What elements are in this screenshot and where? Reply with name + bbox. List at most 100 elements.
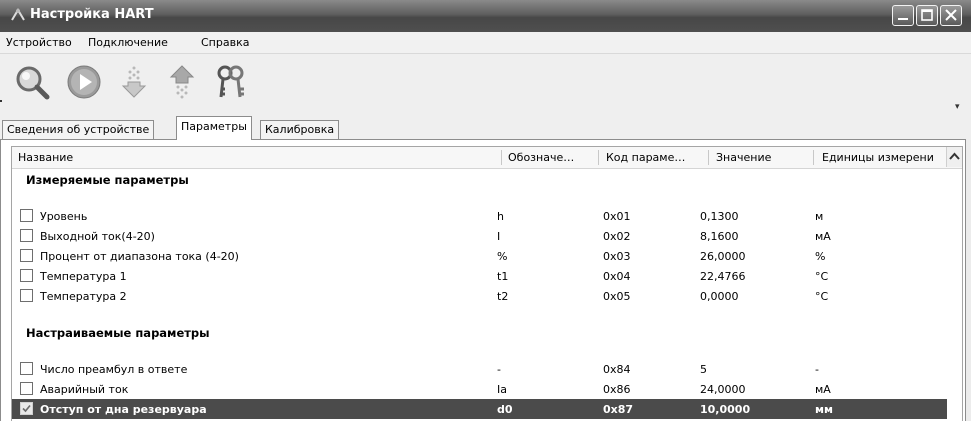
row-checkbox[interactable] — [20, 229, 33, 242]
menu-device[interactable]: Устройство — [6, 36, 72, 49]
cell-unit: мм — [815, 403, 833, 416]
cell-unit: м — [815, 210, 824, 223]
cell-value: 10,0000 — [700, 403, 751, 416]
table-row[interactable]: Уровень h 0x01 0,1300 м — [12, 206, 947, 226]
title-bar[interactable]: Настройка HART — [0, 0, 971, 32]
maximize-icon — [921, 9, 933, 21]
cell-unit: % — [815, 250, 826, 263]
row-checkbox[interactable] — [20, 249, 33, 262]
play-icon[interactable] — [66, 64, 102, 100]
row-checkbox[interactable] — [20, 209, 33, 222]
cell-symbol: t2 — [497, 290, 509, 303]
checkmark-icon — [22, 404, 31, 413]
menu-bar: Устройство Подключение Справка — [0, 32, 971, 54]
cell-code: 0x01 — [603, 210, 631, 223]
minimize-icon — [898, 18, 908, 20]
toolbar: ▾ — [0, 54, 971, 116]
cell-unit: - — [815, 363, 819, 376]
parameters-table: Название Обозначе… Код параме… Значение … — [11, 146, 963, 421]
cell-name: Число преамбул в ответе — [40, 363, 188, 376]
column-header-code[interactable]: Код параме… — [606, 151, 706, 164]
table-row-selected[interactable]: Отступ от дна резервуара d0 0x87 10,0000… — [12, 399, 947, 419]
column-divider[interactable] — [708, 150, 709, 165]
chevron-up-icon — [949, 152, 960, 160]
cell-symbol: d0 — [497, 403, 513, 416]
cell-value: 26,0000 — [700, 250, 746, 263]
column-header-symbol[interactable]: Обозначе… — [508, 151, 596, 164]
table-header: Название Обозначе… Код параме… Значение … — [12, 147, 962, 169]
cell-symbol: I — [497, 230, 501, 243]
tab-parameters[interactable]: Параметры — [176, 116, 252, 140]
row-checkbox[interactable] — [20, 362, 33, 375]
cell-value: 22,4766 — [700, 270, 746, 283]
group-header: Настраиваемые параметры — [12, 323, 947, 343]
cell-code: 0x84 — [603, 363, 631, 376]
table-row[interactable]: Аварийный ток Ia 0x86 24,0000 мА — [12, 379, 947, 399]
cell-name: Процент от диапазона тока (4-20) — [40, 250, 239, 263]
tab-calibration[interactable]: Калибровка — [260, 120, 340, 139]
cell-unit: °C — [815, 290, 829, 303]
cell-name: Уровень — [40, 210, 88, 223]
tab-device-info[interactable]: Сведения об устройстве — [2, 120, 155, 139]
download-arrow-icon[interactable] — [116, 64, 152, 100]
close-icon — [945, 9, 957, 21]
close-button[interactable] — [940, 5, 962, 26]
column-divider[interactable] — [813, 150, 814, 165]
cell-unit: мА — [815, 230, 831, 243]
tab-strip: Сведения об устройстве Параметры Калибро… — [0, 116, 971, 140]
table-row[interactable]: Выходной ток(4-20) I 0x02 8,1600 мА — [12, 226, 947, 246]
edge-mark — [0, 100, 2, 102]
cell-name: Отступ от дна резервуара — [40, 403, 207, 416]
column-header-name[interactable]: Название — [18, 151, 73, 164]
cell-code: 0x02 — [603, 230, 631, 243]
column-header-units[interactable]: Единицы измерени — [822, 151, 946, 164]
cell-value: 0,0000 — [700, 290, 739, 303]
search-icon[interactable] — [14, 64, 50, 100]
cell-symbol: h — [497, 210, 504, 223]
column-header-value[interactable]: Значение — [716, 151, 771, 164]
scroll-up-button[interactable] — [946, 147, 962, 167]
menu-connection[interactable]: Подключение — [88, 36, 168, 49]
group-header: Измеряемые параметры — [12, 170, 947, 190]
cell-name: Температура 1 — [40, 270, 127, 283]
cell-symbol: % — [497, 250, 508, 263]
maximize-button[interactable] — [916, 5, 938, 26]
menu-help[interactable]: Справка — [201, 36, 249, 49]
table-row[interactable]: Температура 2 t2 0x05 0,0000 °C — [12, 286, 947, 306]
table-row[interactable]: Число преамбул в ответе - 0x84 5 - — [12, 359, 947, 379]
group-label: Настраиваемые параметры — [26, 326, 210, 340]
column-divider[interactable] — [598, 150, 599, 165]
cell-symbol: Ia — [497, 383, 507, 396]
cell-code: 0x87 — [603, 403, 634, 416]
cell-unit: мА — [815, 383, 831, 396]
upload-arrow-icon[interactable] — [164, 64, 200, 100]
toolbar-overflow-button[interactable]: ▾ — [955, 102, 960, 112]
cell-unit: °C — [815, 270, 829, 283]
row-checkbox[interactable] — [20, 382, 33, 395]
row-checkbox[interactable] — [20, 289, 33, 302]
window-title: Настройка HART — [30, 7, 154, 22]
cell-value: 24,0000 — [700, 383, 746, 396]
cell-symbol: - — [497, 363, 501, 376]
cell-name: Выходной ток(4-20) — [40, 230, 155, 243]
cell-code: 0x86 — [603, 383, 631, 396]
hart-settings-window: Настройка HART Устройство Подключение Сп… — [0, 0, 971, 421]
column-divider[interactable] — [501, 150, 502, 165]
table-row[interactable]: Температура 1 t1 0x04 22,4766 °C — [12, 266, 947, 286]
cell-value: 8,1600 — [700, 230, 739, 243]
cell-code: 0x05 — [603, 290, 631, 303]
parameters-panel: Название Обозначе… Код параме… Значение … — [0, 139, 966, 421]
group-label: Измеряемые параметры — [26, 173, 189, 187]
row-checkbox-checked[interactable] — [20, 402, 33, 415]
cell-value: 5 — [700, 363, 707, 376]
row-checkbox[interactable] — [20, 269, 33, 282]
cell-code: 0x04 — [603, 270, 631, 283]
cell-code: 0x03 — [603, 250, 631, 263]
cell-symbol: t1 — [497, 270, 509, 283]
table-row[interactable]: Процент от диапазона тока (4-20) % 0x03 … — [12, 246, 947, 266]
keys-icon[interactable] — [212, 64, 248, 100]
app-icon — [11, 8, 25, 21]
cell-name: Температура 2 — [40, 290, 127, 303]
cell-value: 0,1300 — [700, 210, 739, 223]
minimize-button[interactable] — [892, 5, 914, 26]
